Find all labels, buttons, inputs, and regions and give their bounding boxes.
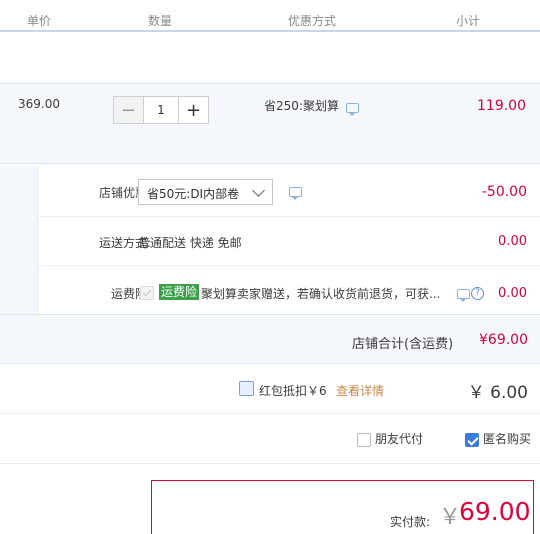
insurance-row: 运费险: 运费险 聚划算卖家赠送，若确认收货前退货，可获... ? 0.00 [38, 266, 540, 314]
item-subtotal: 119.00 [477, 98, 526, 114]
actual-payment-label: 实付款: [390, 515, 431, 529]
shop-total-label: 店铺合计(含运费) [352, 337, 454, 352]
friend-pay-option[interactable]: 朋友代付 [357, 430, 423, 447]
currency-symbol: ￥ [439, 505, 462, 530]
chat-icon[interactable] [346, 103, 359, 116]
unit-price: 369.00 [18, 97, 60, 111]
increase-quantity-button[interactable]: + [178, 96, 209, 124]
order-item-row: 369.00 − 1 + 省250:聚划算 119.00 [0, 83, 540, 164]
payment-options-row: 朋友代付 匿名购买 [0, 414, 540, 464]
insurance-badge: 运费险 [159, 284, 200, 300]
help-icon[interactable]: ? [471, 287, 484, 300]
decrease-quantity-button[interactable]: − [113, 96, 144, 124]
red-packet-details-link[interactable]: 查看详情 [336, 382, 384, 399]
col-subtotal: 小计 [456, 14, 481, 28]
quantity-stepper: − 1 + [113, 96, 209, 124]
shipping-cost: 0.00 [498, 234, 527, 249]
shop-total-value: ¥69.00 [479, 332, 528, 348]
shipping-method: 普通配送 快递 免邮 [138, 236, 242, 250]
table-header: 单价 数量 优惠方式 小计 [0, 0, 540, 32]
shop-total-row: 店铺合计(含运费) ¥69.00 [0, 314, 540, 364]
actual-payment-box: 实付款: ￥ 69.00 [151, 480, 534, 534]
red-packet-checkbox[interactable] [239, 381, 254, 396]
col-quantity: 数量 [148, 14, 173, 28]
quantity-input[interactable]: 1 [144, 96, 178, 124]
shop-discount-value: -50.00 [481, 184, 527, 200]
col-unit-price: 单价 [27, 14, 52, 28]
anonymous-checkbox[interactable] [465, 432, 479, 447]
col-promotion: 优惠方式 [288, 14, 337, 28]
anonymous-label: 匿名购买 [483, 432, 532, 446]
shop-section: 店铺优惠: 省50元:DI内部卷 -50.00 运送方式: 普通配送 快递 免邮… [0, 166, 540, 314]
insurance-description: 聚划算卖家赠送，若确认收货前退货，可获... [201, 287, 441, 301]
red-packet-row: 红包抵扣￥6 查看详情 ￥ 6.00 [0, 364, 540, 414]
red-packet-label: 红包抵扣￥6 [259, 384, 327, 398]
anonymous-option[interactable]: 匿名购买 [465, 430, 531, 447]
insurance-checkbox[interactable] [140, 286, 154, 300]
chevron-down-icon [252, 184, 265, 197]
shop-discount-selected: 省50元:DI内部卷 [147, 187, 240, 201]
chat-icon[interactable] [289, 187, 302, 200]
shop-discount-select[interactable]: 省50元:DI内部卷 [138, 179, 273, 205]
insurance-cost: 0.00 [498, 286, 527, 301]
friend-pay-label: 朋友代付 [375, 432, 424, 446]
shipping-row: 运送方式: 普通配送 快递 免邮 0.00 [38, 217, 540, 266]
actual-payment-amount: 69.00 [459, 497, 531, 526]
chat-icon[interactable] [457, 289, 470, 302]
friend-pay-checkbox[interactable] [357, 432, 371, 447]
shop-discount-row: 店铺优惠: 省50元:DI内部卷 -50.00 [38, 166, 540, 217]
promotion-text: 省250:聚划算 [264, 99, 339, 113]
red-packet-value: ￥ 6.00 [467, 383, 528, 403]
